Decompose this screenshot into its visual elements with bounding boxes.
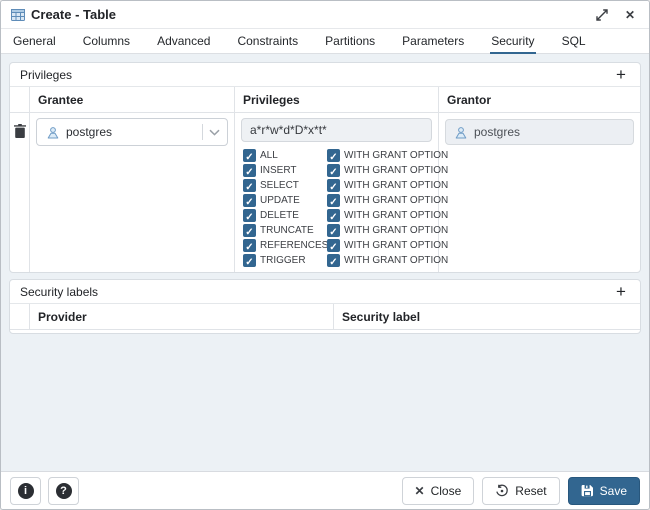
privileges-grid-header: Grantee Privileges Grantor	[10, 87, 640, 113]
user-icon	[454, 126, 468, 139]
privilege-trigger-grant: WITH GRANT OPTION	[327, 254, 448, 267]
privilege-row: postgres ALL WITH GRANT OPTION	[10, 113, 640, 272]
grantee-select[interactable]: postgres	[36, 118, 228, 146]
question-icon: ?	[56, 483, 72, 499]
checkbox-checked-icon[interactable]	[327, 164, 340, 177]
checkbox-checked-icon[interactable]	[243, 194, 256, 207]
tab-sql[interactable]: SQL	[561, 29, 587, 54]
privilege-select-grant: WITH GRANT OPTION	[327, 179, 448, 192]
close-x-icon	[415, 484, 425, 498]
dialog-footer: i ? Close Reset	[1, 471, 649, 509]
close-icon[interactable]	[623, 8, 637, 22]
privilege-delete-grant: WITH GRANT OPTION	[327, 209, 448, 222]
checkbox-checked-icon[interactable]	[243, 149, 256, 162]
privilege-update: UPDATE	[243, 194, 327, 207]
privilege-update-grant: WITH GRANT OPTION	[327, 194, 448, 207]
tab-partitions[interactable]: Partitions	[324, 29, 376, 54]
grantor-field: postgres	[445, 119, 634, 145]
sql-help-button[interactable]: i	[10, 477, 41, 505]
security-labels-section: Security labels Provider Security label	[9, 279, 641, 334]
security-labels-empty-area	[10, 330, 640, 333]
privileges-section-title: Privileges	[20, 68, 72, 82]
checkbox-checked-icon[interactable]	[327, 224, 340, 237]
checkbox-checked-icon[interactable]	[243, 239, 256, 252]
save-icon	[581, 484, 594, 497]
info-icon: i	[18, 483, 34, 499]
privilege-references: REFERENCES	[243, 239, 327, 252]
checkbox-checked-icon[interactable]	[327, 209, 340, 222]
dialog-tabs: General Columns Advanced Constraints Par…	[1, 29, 649, 54]
save-button[interactable]: Save	[568, 477, 640, 505]
security-label-column-header: Security label	[334, 304, 640, 330]
grantor-value: postgres	[474, 125, 520, 139]
checkbox-checked-icon[interactable]	[327, 149, 340, 162]
checkbox-checked-icon[interactable]	[243, 209, 256, 222]
row-actions-column-header	[10, 304, 30, 330]
delete-row-icon[interactable]	[14, 124, 26, 267]
security-labels-grid-header: Provider Security label	[10, 304, 640, 330]
checkbox-checked-icon[interactable]	[243, 224, 256, 237]
security-tab-panel: Privileges Grantee Privileges Grantor	[1, 54, 649, 471]
tab-general[interactable]: General	[12, 29, 57, 54]
privilege-insert: INSERT	[243, 164, 327, 177]
help-button[interactable]: ?	[48, 477, 79, 505]
privileges-section: Privileges Grantee Privileges Grantor	[9, 62, 641, 273]
tab-constraints[interactable]: Constraints	[236, 29, 299, 54]
privilege-references-grant: WITH GRANT OPTION	[327, 239, 448, 252]
checkbox-checked-icon[interactable]	[327, 179, 340, 192]
privilege-select: SELECT	[243, 179, 327, 192]
provider-column-header: Provider	[30, 304, 334, 330]
reset-icon	[495, 484, 509, 498]
table-icon	[11, 9, 25, 21]
dialog-title: Create - Table	[31, 7, 116, 22]
security-labels-section-title: Security labels	[20, 285, 98, 299]
tab-advanced[interactable]: Advanced	[156, 29, 211, 54]
privilege-all: ALL	[243, 149, 327, 162]
checkbox-checked-icon[interactable]	[327, 254, 340, 267]
checkbox-checked-icon[interactable]	[243, 254, 256, 267]
security-labels-section-header: Security labels	[10, 280, 640, 304]
privilege-trigger: TRIGGER	[243, 254, 327, 267]
privilege-delete: DELETE	[243, 209, 327, 222]
tab-security[interactable]: Security	[490, 29, 535, 54]
create-table-dialog: Create - Table General Columns Advanced …	[0, 0, 650, 510]
dialog-titlebar: Create - Table	[1, 1, 649, 29]
privileges-column-header: Privileges	[235, 87, 439, 113]
row-actions-column-header	[10, 87, 30, 113]
checkbox-checked-icon[interactable]	[327, 239, 340, 252]
grantee-column-header: Grantee	[30, 87, 235, 113]
grantee-cell: postgres	[30, 113, 235, 272]
privilege-checkbox-list: ALL WITH GRANT OPTION INSERT WITH GRANT …	[243, 149, 432, 267]
privilege-all-grant: WITH GRANT OPTION	[327, 149, 448, 162]
maximize-icon[interactable]	[595, 8, 609, 22]
grantor-column-header: Grantor	[439, 87, 640, 113]
privileges-cell: ALL WITH GRANT OPTION INSERT WITH GRANT …	[235, 113, 439, 272]
select-separator	[202, 124, 203, 140]
add-security-label-icon[interactable]	[612, 283, 630, 301]
tab-columns[interactable]: Columns	[82, 29, 131, 54]
row-actions-cell	[10, 113, 30, 272]
tab-parameters[interactable]: Parameters	[401, 29, 465, 54]
privilege-truncate-grant: WITH GRANT OPTION	[327, 224, 448, 237]
privilege-insert-grant: WITH GRANT OPTION	[327, 164, 448, 177]
checkbox-checked-icon[interactable]	[243, 179, 256, 192]
add-privilege-icon[interactable]	[612, 66, 630, 84]
chevron-down-icon	[209, 129, 220, 136]
grantee-select-value: postgres	[66, 125, 112, 139]
close-button[interactable]: Close	[402, 477, 475, 505]
reset-button[interactable]: Reset	[482, 477, 559, 505]
user-icon	[46, 126, 60, 139]
privilege-truncate: TRUNCATE	[243, 224, 327, 237]
privileges-string-input[interactable]	[241, 118, 432, 142]
grantor-cell: postgres	[439, 113, 640, 272]
checkbox-checked-icon[interactable]	[327, 194, 340, 207]
checkbox-checked-icon[interactable]	[243, 164, 256, 177]
privileges-section-header: Privileges	[10, 63, 640, 87]
